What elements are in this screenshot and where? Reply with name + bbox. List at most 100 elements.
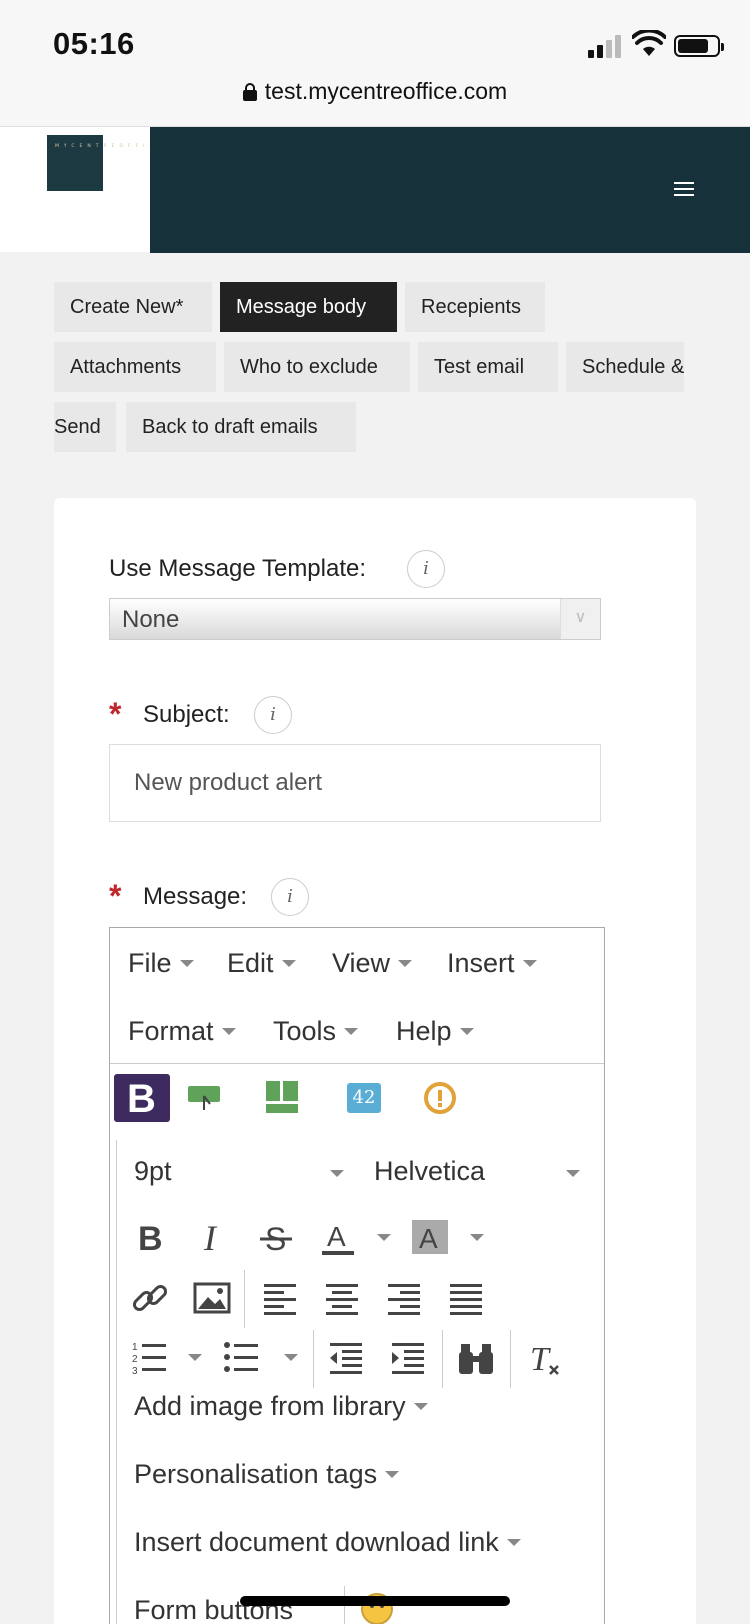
clear-formatting-icon[interactable]: T	[524, 1338, 564, 1378]
tab-who-to-exclude[interactable]: Who to exclude	[224, 342, 410, 392]
tab-schedule-send-continued[interactable]: Send	[54, 402, 116, 452]
add-image-from-library-dropdown[interactable]: Add image from library	[134, 1391, 428, 1422]
link-icon[interactable]	[130, 1278, 170, 1318]
caret-down-icon	[281, 960, 296, 967]
toolbar-divider	[313, 1330, 314, 1388]
align-center-icon[interactable]	[322, 1278, 362, 1318]
numbered-list-icon[interactable]: 123	[130, 1338, 170, 1378]
site-logo[interactable]: MYCENTREOFFICE	[47, 135, 161, 191]
template-select[interactable]: None ∨	[109, 598, 601, 640]
chevron-down-icon: ∨	[560, 599, 600, 639]
cellular-signal-icon	[588, 34, 624, 58]
bullet-list-icon[interactable]	[222, 1338, 262, 1378]
caret-down-icon	[522, 960, 537, 967]
caret-down-icon[interactable]	[188, 1354, 202, 1361]
subject-label: Subject:	[143, 701, 230, 728]
svg-text:3: 3	[132, 1366, 138, 1377]
message-form-card: Use Message Template: i None ∨ * Subject…	[54, 498, 696, 1624]
align-left-icon[interactable]	[260, 1278, 300, 1318]
tab-back-to-drafts[interactable]: Back to draft emails	[126, 402, 356, 452]
background-color-icon[interactable]: A	[410, 1218, 450, 1258]
home-indicator	[240, 1596, 510, 1606]
caret-down-icon	[506, 1539, 521, 1546]
italic-icon[interactable]: I	[194, 1218, 234, 1258]
url-text: test.mycentreoffice.com	[264, 78, 508, 104]
svg-text:I: I	[203, 1218, 218, 1258]
align-right-icon[interactable]	[384, 1278, 424, 1318]
insert-button-plugin-icon[interactable]	[186, 1084, 222, 1116]
svg-text:A: A	[327, 1221, 346, 1252]
text-color-icon[interactable]: A	[318, 1218, 358, 1258]
status-time: 05:16	[53, 26, 135, 61]
caret-down-icon	[398, 960, 413, 967]
image-icon[interactable]	[192, 1278, 232, 1318]
caret-down-icon	[179, 960, 194, 967]
svg-text:2: 2	[132, 1354, 138, 1365]
caret-down-icon	[413, 1403, 428, 1410]
outdent-icon[interactable]	[326, 1338, 366, 1378]
menu-tools[interactable]: Tools	[273, 1016, 359, 1047]
message-info-icon[interactable]: i	[271, 878, 309, 916]
battery-icon	[674, 35, 724, 57]
rich-text-editor: File Edit View Insert Format Tools Help …	[109, 927, 605, 1624]
font-family-select[interactable]: Helvetica	[374, 1156, 580, 1187]
bold-template-plugin-icon[interactable]: B	[114, 1074, 170, 1122]
lock-icon	[242, 83, 257, 101]
tab-attachments[interactable]: Attachments	[54, 342, 216, 392]
caret-down-icon	[221, 1028, 236, 1035]
required-asterisk: *	[109, 878, 122, 914]
address-bar[interactable]: test.mycentreoffice.com	[0, 78, 750, 105]
menu-format[interactable]: Format	[128, 1016, 236, 1047]
template-label: Use Message Template:	[109, 555, 367, 582]
menubar-divider	[110, 1063, 604, 1064]
insert-document-link-dropdown[interactable]: Insert document download link	[134, 1527, 521, 1558]
header-bar	[150, 127, 750, 253]
caret-down-icon[interactable]	[284, 1354, 298, 1361]
svg-text:B: B	[138, 1220, 163, 1258]
indent-icon[interactable]	[388, 1338, 428, 1378]
tab-message-body[interactable]: Message body	[220, 282, 397, 332]
svg-text:1: 1	[132, 1342, 138, 1353]
caret-down-icon	[385, 1471, 400, 1478]
menu-insert[interactable]: Insert	[447, 948, 537, 979]
toolbar-divider	[510, 1330, 511, 1388]
alert-plugin-icon[interactable]	[423, 1081, 457, 1115]
template-info-icon[interactable]: i	[407, 550, 445, 588]
subject-input[interactable]	[110, 745, 600, 821]
caret-down-icon[interactable]	[470, 1234, 484, 1241]
font-size-select[interactable]: 9pt	[134, 1156, 344, 1187]
subject-field[interactable]	[109, 744, 601, 822]
layout-grid-plugin-icon[interactable]	[265, 1080, 299, 1114]
subject-info-icon[interactable]: i	[254, 696, 292, 734]
find-replace-binoculars-icon[interactable]	[456, 1338, 496, 1378]
menu-file[interactable]: File	[128, 948, 194, 979]
template-select-value: None	[122, 606, 180, 633]
caret-down-icon[interactable]	[377, 1234, 391, 1241]
number-counter-plugin-icon[interactable]: 42	[347, 1083, 381, 1113]
menu-help[interactable]: Help	[396, 1016, 474, 1047]
tab-schedule-send[interactable]: Schedule &	[566, 342, 684, 392]
caret-down-icon	[459, 1028, 474, 1035]
message-label: Message:	[143, 883, 248, 910]
menu-edit[interactable]: Edit	[227, 948, 296, 979]
personalisation-tags-dropdown[interactable]: Personalisation tags	[134, 1459, 400, 1490]
hamburger-menu-icon[interactable]	[674, 182, 694, 198]
wifi-icon	[632, 30, 666, 56]
bold-icon[interactable]: B	[130, 1218, 170, 1258]
tab-create-new[interactable]: Create New*	[54, 282, 212, 332]
toolbar-divider	[244, 1270, 245, 1328]
caret-down-icon	[330, 1170, 344, 1177]
toolbar-divider	[442, 1330, 443, 1388]
site-header: MYCENTREOFFICE	[0, 126, 750, 253]
tab-recipients[interactable]: Recepients	[405, 282, 545, 332]
toolbar-left-border	[116, 1140, 117, 1624]
required-asterisk: *	[109, 696, 122, 732]
svg-text:A: A	[419, 1223, 438, 1254]
tab-test-email[interactable]: Test email	[418, 342, 558, 392]
caret-down-icon	[344, 1028, 359, 1035]
menu-view[interactable]: View	[332, 948, 413, 979]
status-bar: 05:16 test.mycentreoffice.com	[0, 0, 750, 126]
align-justify-icon[interactable]	[446, 1278, 486, 1318]
strikethrough-icon[interactable]: S	[256, 1218, 296, 1258]
svg-text:T: T	[530, 1341, 551, 1378]
